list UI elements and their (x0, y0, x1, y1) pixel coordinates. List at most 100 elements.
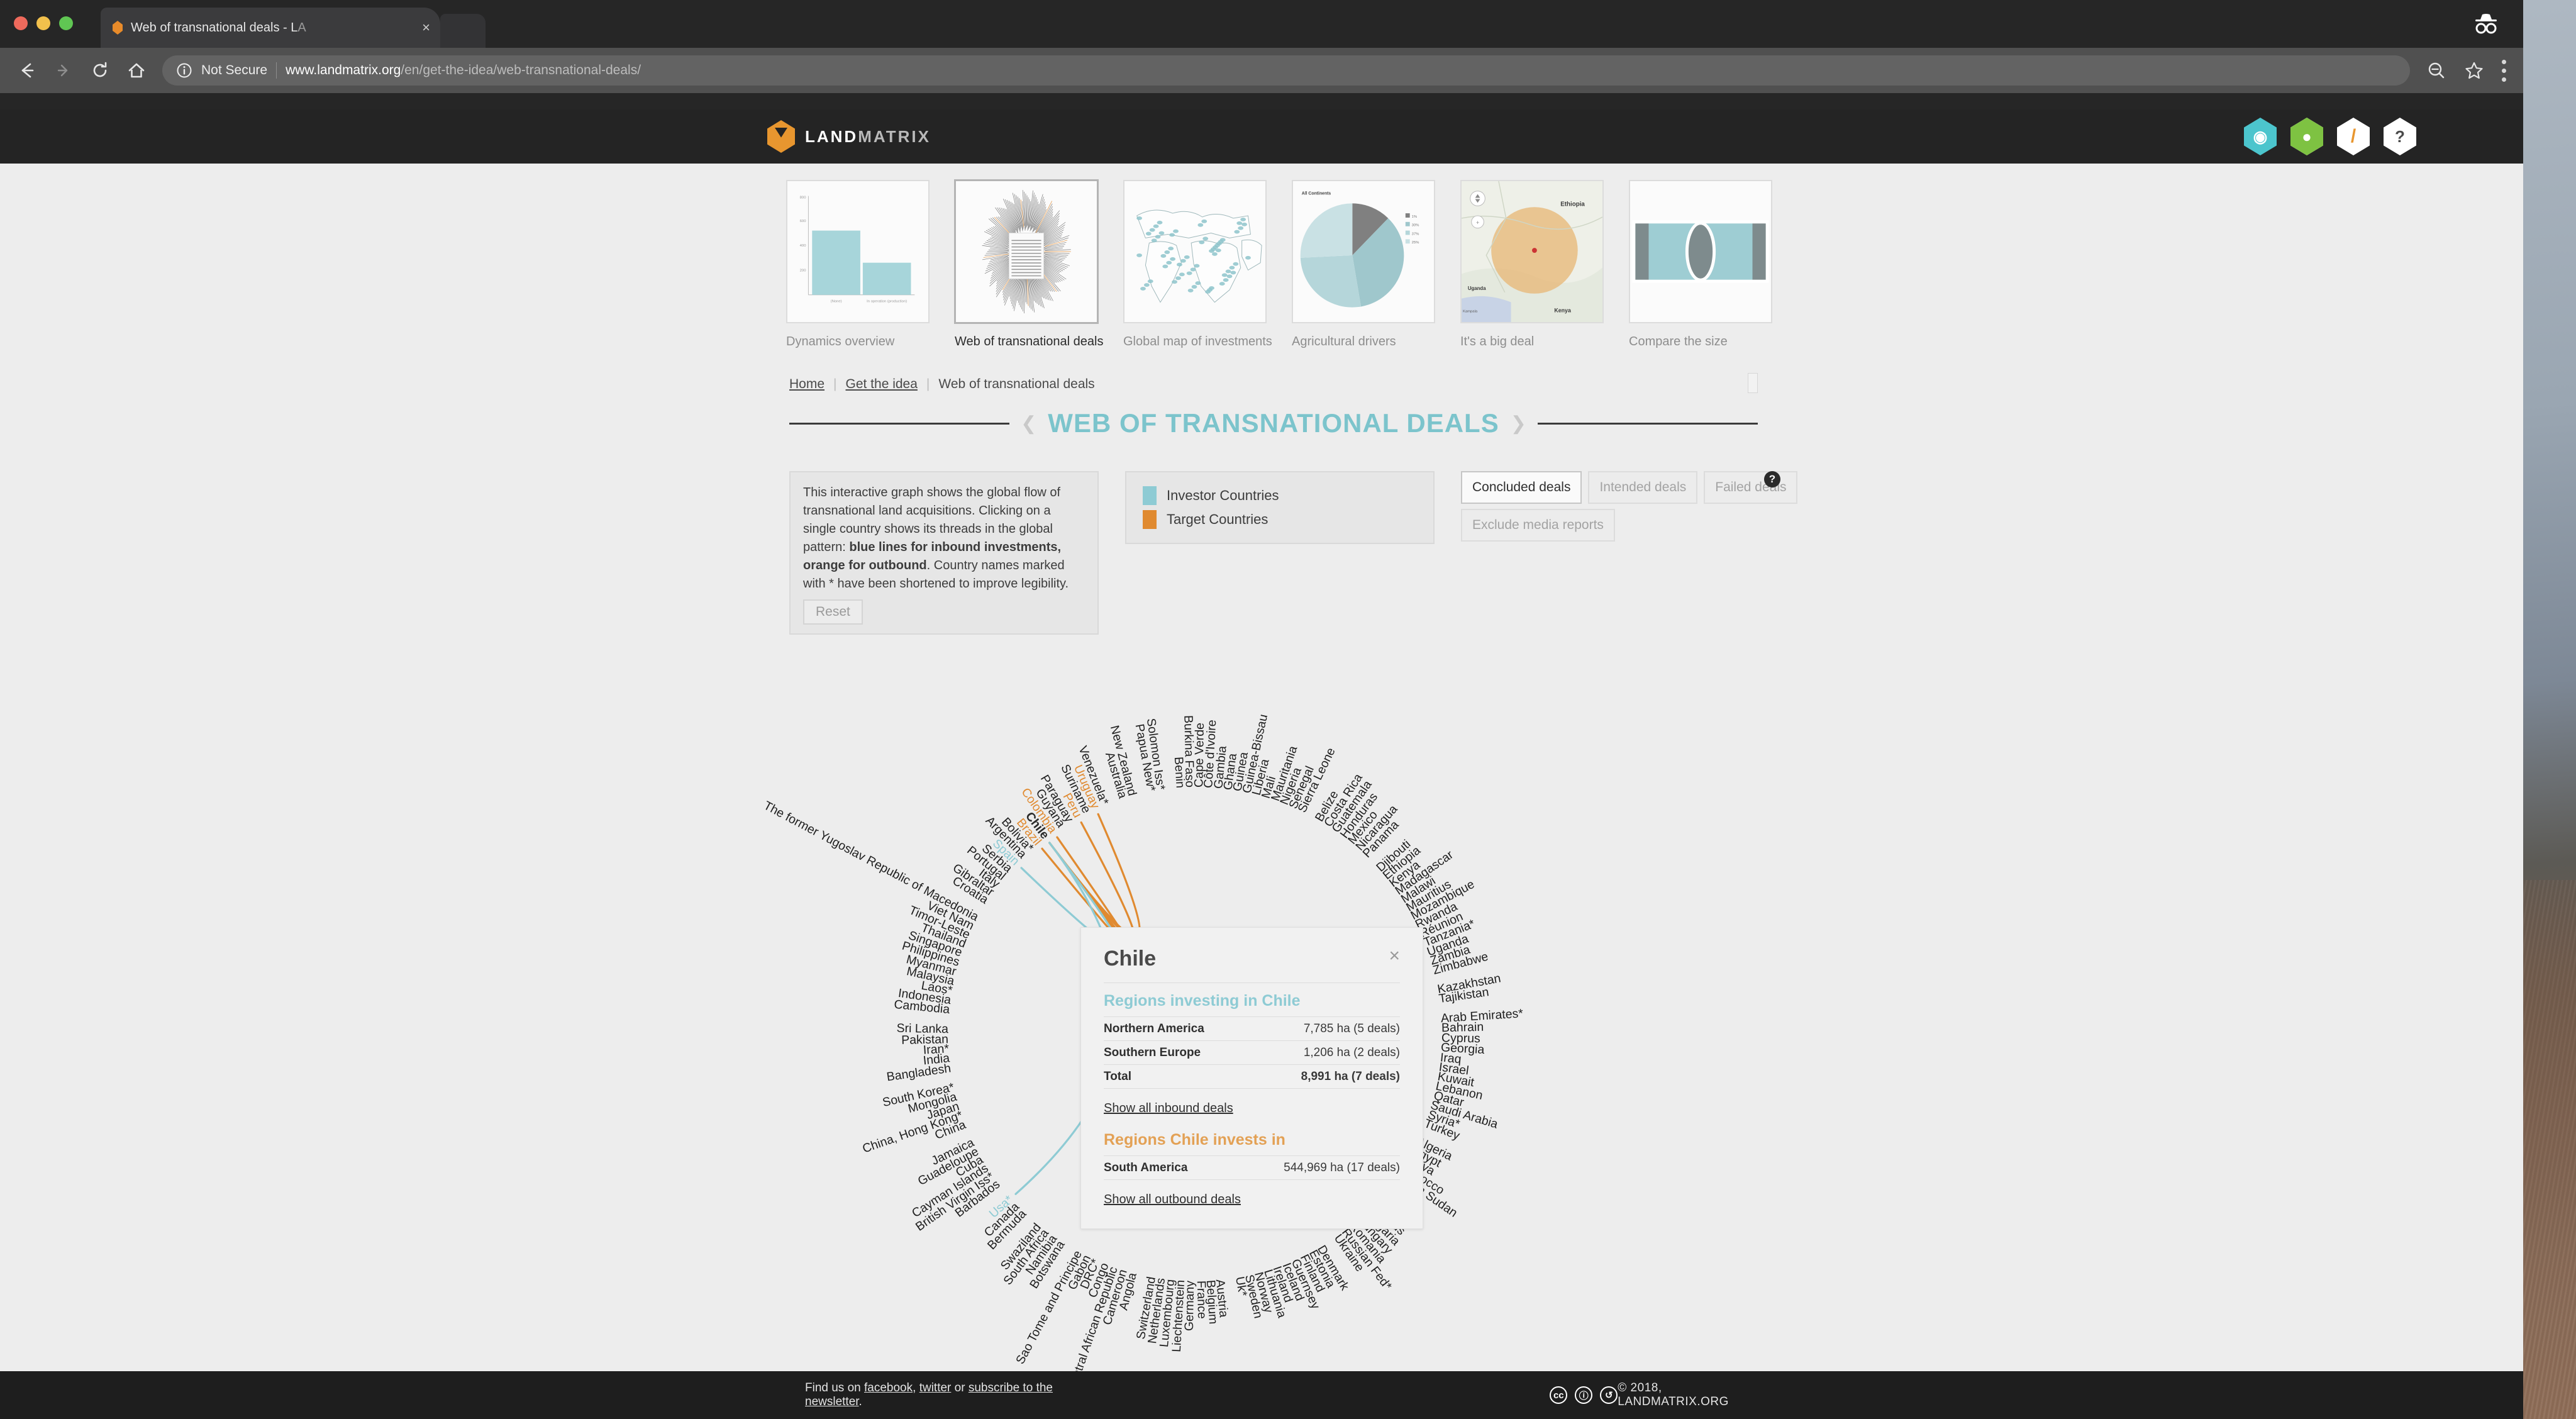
info-circle-icon[interactable] (176, 62, 192, 79)
svg-text:200: 200 (800, 269, 807, 272)
popup-outbound-table: South America 544,969 ha (17 deals) (1104, 1155, 1400, 1180)
breadcrumb-item-get-the-idea[interactable]: Get the idea (846, 377, 918, 392)
back-arrow-icon[interactable] (16, 60, 38, 81)
breadcrumb-item-home[interactable]: Home (789, 377, 824, 392)
country-label[interactable]: Uk* (1233, 1276, 1250, 1298)
filter-exclude-media-reports[interactable]: Exclude media reports (1461, 509, 1615, 542)
bookmark-star-icon[interactable] (2463, 59, 2485, 82)
facebook-link[interactable]: facebook (864, 1381, 913, 1394)
legend-swatch-target (1143, 510, 1157, 529)
thumb-image-chord-web (955, 180, 1098, 323)
legend-box: Investor Countries Target Countries (1125, 471, 1435, 544)
breadcrumb: Home | Get the idea | Web of transnation… (789, 373, 1758, 393)
page-title: WEB OF TRANSNATIONAL DEALS (1048, 408, 1499, 438)
svg-text:400: 400 (800, 244, 807, 248)
page-content: LANDMATRIX ◉ ● / ? 800 600 400 200 (None… (0, 109, 2523, 1419)
thumb-image-world-map (1123, 180, 1267, 323)
minimize-window-button[interactable] (36, 16, 50, 30)
browser-tab[interactable]: Web of transnational deals - LA × (101, 8, 440, 48)
reload-icon[interactable] (89, 60, 111, 81)
svg-text:800: 800 (800, 196, 807, 200)
country-label[interactable]: Sri Lanka (896, 1021, 948, 1036)
svg-text:1%: 1% (1412, 215, 1418, 219)
title-arrow-left-icon: ❮ (1021, 413, 1037, 434)
thumb-agricultural-drivers[interactable]: All Continents 1% 30% 37% 25% Agricultur… (1292, 180, 1435, 349)
landmatrix-logo-icon (767, 120, 795, 153)
svg-text:Kampala: Kampala (1463, 309, 1478, 313)
svg-text:37%: 37% (1412, 232, 1420, 236)
help-hex-button[interactable]: ? (2384, 118, 2416, 155)
cc-icon[interactable]: cc (1550, 1386, 1568, 1404)
filter-intended-deals[interactable]: Intended deals (1588, 471, 1698, 504)
zoom-out-icon[interactable] (2425, 59, 2448, 82)
browser-toolbar: Not Secure www.landmatrix.org/en/get-the… (0, 48, 2523, 93)
table-row-total: Total 8,991 ha (7 deals) (1104, 1064, 1400, 1089)
popup-outbound-title: Regions Chile invests in (1104, 1131, 1285, 1149)
scroll-thumb[interactable] (1748, 373, 1758, 393)
twitter-link[interactable]: twitter (919, 1381, 952, 1394)
inbound-value: 7,785 ha (5 deals) (1253, 1016, 1400, 1041)
footer-social-text: Find us on facebook, twitter or subscrib… (805, 1381, 1053, 1408)
thumb-web-of-transnational-deals[interactable]: Web of transnational deals (955, 180, 1104, 349)
legend-label-investor: Investor Countries (1167, 487, 1279, 503)
close-icon[interactable]: × (1389, 947, 1400, 965)
legend-row-investor: Investor Countries (1143, 486, 1417, 505)
thumb-its-a-big-deal[interactable]: Ethiopia Uganda Kenya Kampala + It's a b… (1460, 180, 1604, 349)
description-box: This interactive graph shows the global … (789, 471, 1099, 635)
filter-group: Concluded deals Intended deals Failed de… (1461, 471, 1798, 542)
legend-label-target: Target Countries (1167, 511, 1269, 527)
close-tab-button[interactable]: × (422, 21, 430, 35)
filter-failed-deals[interactable]: Failed deals (1704, 471, 1798, 504)
window-traffic-lights (14, 16, 73, 30)
favicon-landmatrix-icon (111, 19, 125, 36)
title-arrow-right-icon: ❯ (1510, 413, 1526, 434)
maximize-window-button[interactable] (59, 16, 73, 30)
site-footer: Find us on facebook, twitter or subscrib… (0, 1371, 2523, 1419)
thumb-label: Web of transnational deals (955, 335, 1104, 348)
site-logo[interactable]: LANDMATRIX (767, 120, 931, 153)
omnibox-divider (276, 62, 277, 79)
footer-copyright: © 2018, LANDMATRIX.ORG (1618, 1381, 1729, 1408)
thumb-label: Compare the size (1629, 335, 1728, 348)
new-tab-button[interactable] (440, 14, 486, 48)
help-icon[interactable]: ? (1764, 471, 1780, 487)
not-secure-label: Not Secure (201, 63, 268, 77)
inbound-total-value: 8,991 ha (7 deals) (1253, 1064, 1400, 1089)
thumb-dynamics-overview[interactable]: 800 600 400 200 (None) In operation (pro… (786, 180, 930, 349)
inbound-total-label: Total (1104, 1064, 1253, 1089)
breadcrumb-item-current: Web of transnational deals (938, 377, 1095, 391)
visualization-nav: 800 600 400 200 (None) In operation (pro… (0, 164, 2523, 349)
url-text: www.landmatrix.org/en/get-the-idea/web-t… (286, 63, 641, 77)
home-icon[interactable] (126, 60, 147, 81)
cc-by-icon[interactable]: ⓘ (1575, 1386, 1593, 1404)
address-bar[interactable]: Not Secure www.landmatrix.org/en/get-the… (162, 55, 2410, 86)
outbound-region: South America (1104, 1155, 1228, 1180)
show-all-outbound-deals-link[interactable]: Show all outbound deals (1104, 1193, 1241, 1207)
close-window-button[interactable] (14, 16, 28, 30)
popup-inbound-title: Regions investing in Chile (1104, 992, 1301, 1010)
forward-arrow-icon[interactable] (53, 60, 74, 81)
page-title-row: ❮ WEB OF TRANSNATIONAL DEALS ❯ (789, 408, 1758, 438)
breadcrumb-separator: | (926, 377, 930, 391)
table-row: South America 544,969 ha (17 deals) (1104, 1155, 1400, 1180)
filter-concluded-deals[interactable]: Concluded deals (1461, 471, 1582, 504)
creative-commons-icons: cc ⓘ ↺ (1550, 1386, 1618, 1404)
svg-text:25%: 25% (1412, 241, 1420, 245)
svg-text:600: 600 (800, 220, 807, 223)
legend-row-target: Target Countries (1143, 510, 1417, 529)
thumb-compare-the-size[interactable]: Compare the size (1629, 180, 1772, 349)
svg-text:30%: 30% (1412, 224, 1420, 228)
thumb-global-map-of-investments[interactable]: Global map of investments (1123, 180, 1272, 349)
popup-country-title: Chile (1104, 947, 1157, 971)
globe-hex-button[interactable]: ◉ (2244, 118, 2277, 155)
browser-tab-strip: Web of transnational deals - LA × (0, 0, 2523, 48)
kebab-menu-icon[interactable] (2501, 59, 2507, 82)
pencil-hex-button[interactable]: / (2337, 118, 2370, 155)
svg-text:Kenya: Kenya (1554, 307, 1571, 313)
cc-sa-icon[interactable]: ↺ (1600, 1386, 1618, 1404)
thumb-image-geo-map: Ethiopia Uganda Kenya Kampala + (1460, 180, 1604, 323)
header-icon-group: ◉ ● / ? (2244, 118, 2416, 155)
legend-swatch-investor (1143, 486, 1157, 505)
comment-hex-button[interactable]: ● (2290, 118, 2323, 155)
show-all-inbound-deals-link[interactable]: Show all inbound deals (1104, 1101, 1233, 1116)
